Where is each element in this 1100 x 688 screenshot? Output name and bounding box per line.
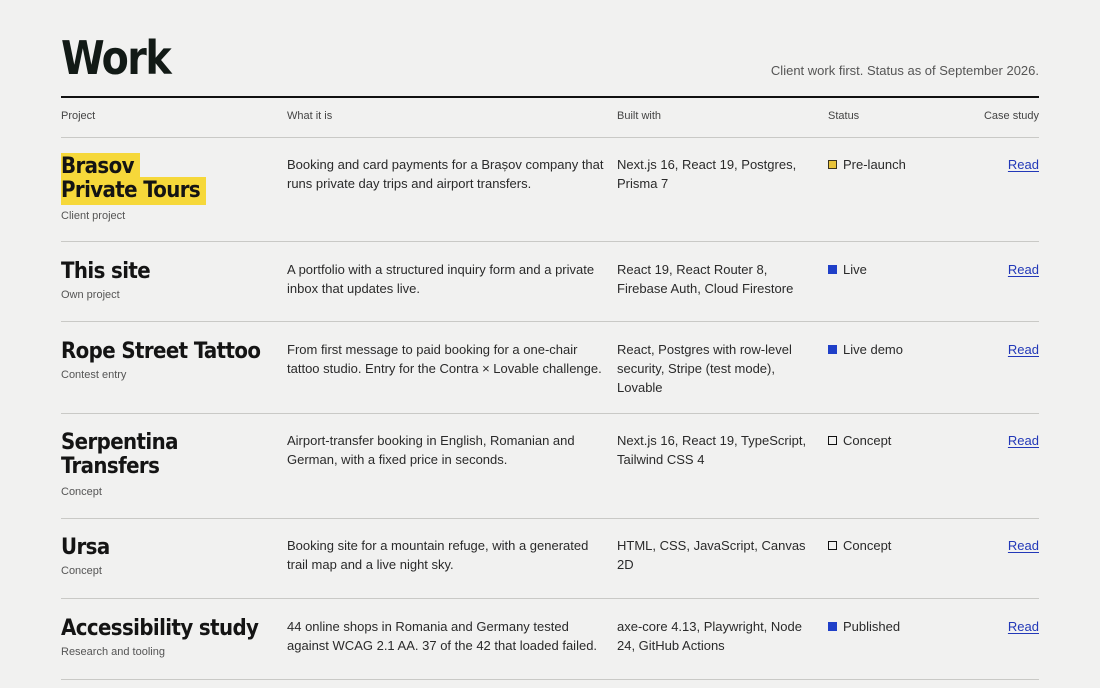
row-divider [61,321,1039,322]
project-name: This site [61,260,276,284]
project-name-line: Transfers [61,454,160,479]
project-name-line: Ursa [61,535,110,560]
column-header-built: Built with [617,110,662,122]
project-tech-stack: axe-core 4.13, Playwright, Node 24, GitH… [617,619,802,653]
status-square-icon [828,541,837,550]
project-type: Contest entry [61,369,127,381]
project-name-line: Serpentina [61,430,178,455]
column-header-project: Project [61,110,96,122]
case-study-link[interactable]: Read [1008,260,1039,279]
status-badge: Live [828,260,968,279]
project-description: Airport-transfer booking in English, Rom… [287,433,575,467]
column-header-what: What it is [287,110,333,122]
status-square-icon [828,436,837,445]
status-badge: Live demo [828,340,968,359]
status-label: Published [843,619,901,634]
status-badge: Concept [828,536,968,555]
project-name: Brasov Private Tours [61,153,276,205]
status-badge: Published [828,617,968,636]
case-study-link[interactable]: Read [1008,340,1039,359]
table-header: Project What it is Built with Status Cas… [61,110,1039,126]
status-label: Live demo [843,342,903,357]
project-type: Concept [61,486,102,498]
status-square-icon [828,160,837,169]
row-divider [61,598,1039,599]
status-square-icon [828,345,837,354]
column-header-status: Status [828,110,860,122]
project-tech-stack: Next.js 16, React 19, TypeScript, Tailwi… [617,433,807,467]
project-tech-stack: React 19, React Router 8, Firebase Auth,… [617,262,794,296]
page-title: Work [61,32,172,86]
work-page: Work Client work first. Status as of Sep… [61,0,1039,680]
row-divider [61,518,1039,519]
header-divider [61,96,1039,98]
project-name: Serpentina Transfers [61,431,276,479]
status-square-icon [828,622,837,631]
status-badge: Concept [828,431,968,450]
status-badge: Pre-launch [828,155,968,174]
project-description: Booking and card payments for a Brașov c… [287,157,604,191]
status-label: Live [843,262,867,277]
project-name: Ursa [61,536,276,560]
project-type: Research and tooling [61,646,165,658]
case-study-link[interactable]: Read [1008,617,1039,636]
column-header-case-study: Case study [983,110,1039,122]
project-description: From first message to paid booking for a… [287,342,602,376]
page-header: Work Client work first. Status as of Sep… [61,0,1039,97]
project-tech-stack: HTML, CSS, JavaScript, Canvas 2D [617,538,806,572]
case-study-link[interactable]: Read [1008,536,1039,555]
row-divider [61,413,1039,414]
case-study-link[interactable]: Read [1008,155,1039,174]
project-name: Accessibility study [61,617,276,641]
project-description: A portfolio with a structured inquiry fo… [287,262,595,296]
case-study-link[interactable]: Read [1008,431,1039,450]
project-description: 44 online shops in Romania and Germany t… [287,619,598,653]
page-subtitle: Client work first. Status as of Septembe… [770,63,1039,78]
status-square-icon [828,265,837,274]
status-label: Concept [843,538,892,553]
project-tech-stack: Next.js 16, React 19, Postgres, Prisma 7 [617,157,797,191]
project-type: Concept [61,565,102,577]
project-name: Rope Street Tattoo [61,340,276,364]
status-label: Pre-launch [843,157,906,172]
project-description: Booking site for a mountain refuge, with… [287,538,589,572]
row-divider [61,679,1039,680]
project-name-line: Accessibility study [61,616,259,641]
row-divider [61,241,1039,242]
status-label: Concept [843,433,892,448]
project-name-line: Rope Street Tattoo [61,339,261,364]
project-tech-stack: React, Postgres with row-level security,… [617,342,792,395]
project-type: Own project [61,289,120,301]
project-type: Client project [61,210,126,222]
project-name-line: This site [61,259,151,284]
project-name-line: Private Tours [61,177,207,205]
row-divider [61,137,1039,138]
